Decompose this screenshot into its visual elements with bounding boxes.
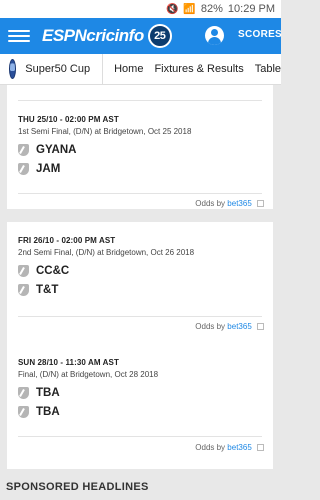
- team-name: TBA: [36, 386, 60, 399]
- team-name: CC&C: [36, 264, 70, 277]
- scores-button[interactable]: SCORES: [238, 29, 282, 40]
- external-link-icon: [257, 444, 264, 451]
- match-date: SUN 28/10 - 11:30 AM AST: [18, 358, 119, 367]
- odds-provider[interactable]: bet365: [227, 199, 251, 208]
- sponsored-headlines-title: SPONSORED HEADLINES: [6, 481, 149, 493]
- team-logo-icon: [18, 162, 29, 175]
- match-date: THU 25/10 - 02:00 PM AST: [18, 115, 119, 124]
- card-bottom-edge: [7, 465, 273, 469]
- match-date: FRI 26/10 - 02:00 PM AST: [18, 236, 116, 245]
- status-bar: 🔇 📶 82% 10:29 PM: [0, 0, 281, 18]
- team-logo-icon: [18, 283, 29, 296]
- odds-link[interactable]: Odds by bet365: [195, 322, 264, 331]
- team-row: CC&C: [18, 263, 262, 278]
- espn-cricinfo-logo[interactable]: ESPN cricinfo 25: [42, 24, 172, 48]
- series-name[interactable]: Super50 Cup: [25, 54, 104, 84]
- odds-provider[interactable]: bet365: [227, 443, 251, 452]
- odds-provider[interactable]: bet365: [227, 322, 251, 331]
- series-subnav: Super50 Cup Home Fixtures & Results Tabl…: [0, 54, 281, 85]
- match-detail: 2nd Semi Final, (D/N) at Bridgetown, Oct…: [18, 248, 195, 257]
- battery-level: 82%: [200, 3, 223, 15]
- external-link-icon: [257, 323, 264, 330]
- odds-link[interactable]: Odds by bet365: [195, 199, 264, 208]
- logo-brand: ESPN: [42, 26, 87, 45]
- tab-fixtures-results[interactable]: Fixtures & Results: [154, 63, 243, 75]
- anniversary-badge: 25: [147, 24, 172, 48]
- external-link-icon: [257, 200, 264, 207]
- super50-cup-logo: [9, 59, 17, 79]
- team-row: JAM: [18, 161, 262, 176]
- top-app-bar: ESPN cricinfo 25 SCORES: [0, 18, 282, 54]
- logo-site: cricinfo: [86, 26, 144, 45]
- user-account-icon[interactable]: [205, 26, 224, 45]
- match-card[interactable]: FRI 26/10 - 02:00 PM AST 2nd Semi Final,…: [7, 222, 273, 338]
- match-detail: Final, (D/N) at Bridgetown, Oct 28 2018: [18, 370, 159, 379]
- match-card[interactable]: THU 25/10 - 02:00 PM AST 1st Semi Final,…: [7, 85, 273, 209]
- team-name: GYANA: [36, 143, 77, 156]
- odds-prefix: Odds by: [195, 199, 226, 208]
- team-logo-icon: [18, 143, 29, 156]
- team-row: T&T: [18, 282, 262, 297]
- wifi-icon: 📶: [183, 3, 196, 15]
- team-row: TBA: [18, 385, 262, 400]
- tab-table[interactable]: Table: [255, 63, 281, 75]
- match-card[interactable]: SUN 28/10 - 11:30 AM AST Final, (D/N) at…: [7, 338, 273, 465]
- tab-home[interactable]: Home: [114, 63, 143, 75]
- match-detail: 1st Semi Final, (D/N) at Bridgetown, Oct…: [18, 127, 192, 136]
- team-name: T&T: [36, 283, 59, 296]
- team-logo-icon: [18, 386, 29, 399]
- mute-icon: 🔇: [165, 3, 179, 15]
- team-logo-icon: [18, 264, 29, 277]
- sponsored-section: SPONSORED HEADLINES: [0, 465, 281, 500]
- odds-prefix: Odds by: [195, 322, 226, 331]
- team-name: JAM: [36, 162, 61, 175]
- clock: 10:29 PM: [227, 3, 275, 15]
- odds-prefix: Odds by: [195, 443, 226, 452]
- odds-link[interactable]: Odds by bet365: [195, 443, 264, 452]
- menu-icon[interactable]: [8, 30, 30, 42]
- fixtures-list: THU 25/10 - 02:00 PM AST 1st Semi Final,…: [0, 85, 281, 465]
- team-row: GYANA: [18, 142, 262, 157]
- team-logo-icon: [18, 405, 29, 418]
- team-name: TBA: [36, 405, 60, 418]
- team-row: TBA: [18, 404, 262, 419]
